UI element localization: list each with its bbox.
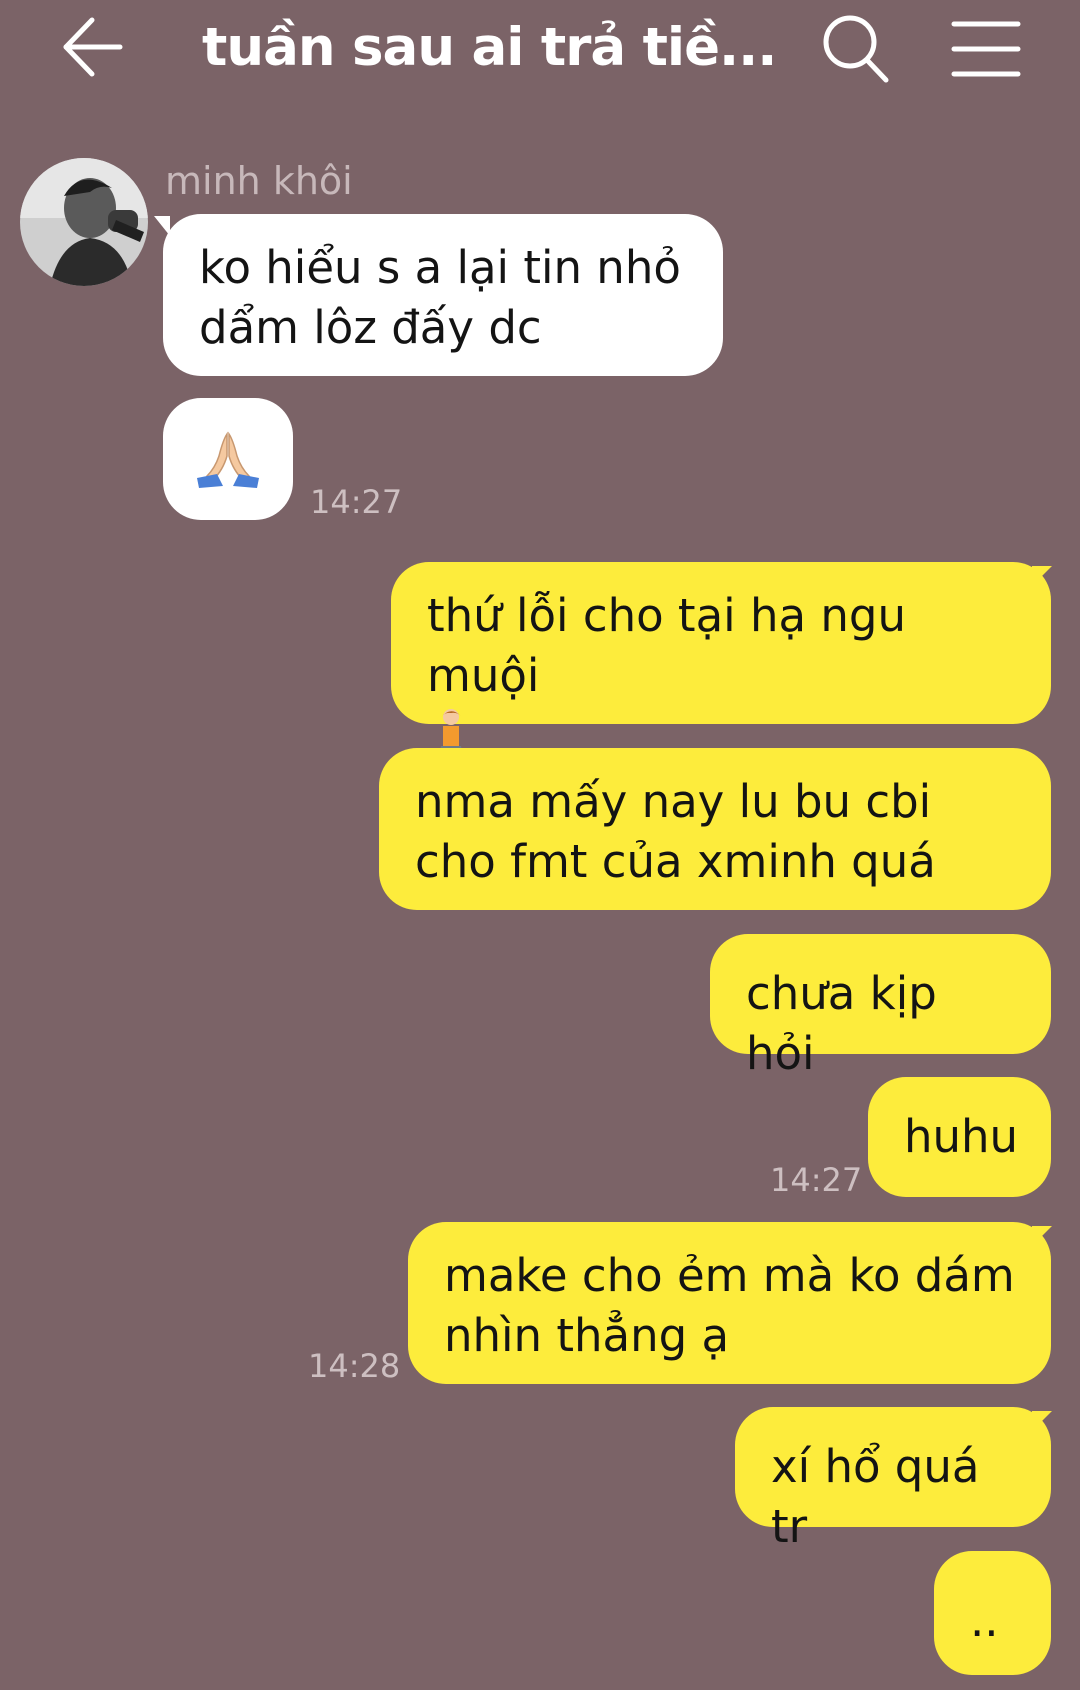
message-text: chưa kịp hỏi xyxy=(746,967,937,1080)
timestamp: 14:27 xyxy=(770,1161,863,1199)
sender-name: minh khôi xyxy=(165,159,353,203)
chat-title: tuần sau ai trả tiề... xyxy=(202,17,777,78)
outgoing-message[interactable]: xí hổ quá tr xyxy=(735,1407,1051,1553)
arrow-left-icon xyxy=(63,17,123,77)
search-icon xyxy=(823,15,889,83)
incoming-message[interactable]: ko hiểu s a lại tin nhỏ dẩm lôz đấy dc xyxy=(163,214,723,376)
folded-hands-emoji xyxy=(197,431,259,488)
message-text: huhu xyxy=(904,1110,1019,1163)
incoming-message[interactable] xyxy=(163,398,293,520)
search-button[interactable] xyxy=(818,10,898,86)
message-text: thứ lỗi cho tại hạ ngu muội xyxy=(427,589,906,702)
outgoing-message[interactable]: make cho ẻm mà ko dám nhìn thẳng ạ xyxy=(408,1222,1051,1384)
outgoing-message[interactable]: thứ lỗi cho tại hạ ngu muội xyxy=(391,562,1051,769)
timestamp: 14:28 xyxy=(308,1347,401,1385)
menu-button[interactable] xyxy=(946,14,1026,84)
message-text: .. xyxy=(970,1594,999,1647)
bubble-tail xyxy=(1032,1411,1052,1431)
message-text: nma mấy nay lu bu cbi cho fmt của xminh … xyxy=(415,775,936,888)
outgoing-message[interactable]: chưa kịp hỏi xyxy=(710,934,1051,1080)
message-text: make cho ẻm mà ko dám nhìn thẳng ạ xyxy=(444,1249,1015,1362)
timestamp: 14:27 xyxy=(310,483,403,521)
bubble-tail xyxy=(1032,566,1052,586)
outgoing-message[interactable]: huhu xyxy=(868,1077,1051,1197)
hamburger-menu-icon xyxy=(951,21,1021,77)
avatar-photo xyxy=(20,158,148,286)
message-text: xí hổ quá tr xyxy=(771,1440,980,1553)
chat-header: tuần sau ai trả tiề... xyxy=(0,0,1080,100)
avatar[interactable] xyxy=(20,158,148,286)
back-button[interactable] xyxy=(60,14,134,80)
outgoing-message[interactable]: nma mấy nay lu bu cbi cho fmt của xminh … xyxy=(379,748,1051,910)
message-text: ko hiểu s a lại tin nhỏ dẩm lôz đấy dc xyxy=(199,241,681,354)
bubble-tail xyxy=(1032,1226,1052,1246)
outgoing-message[interactable]: .. xyxy=(934,1551,1051,1675)
